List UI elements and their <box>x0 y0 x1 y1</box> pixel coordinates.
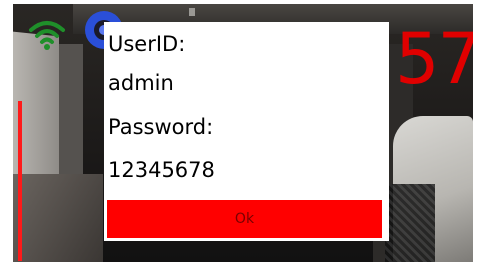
ok-button[interactable]: Ok <box>107 200 382 238</box>
counter-display: 57 <box>395 18 473 100</box>
top-marker <box>189 8 195 16</box>
level-indicator <box>18 101 22 261</box>
background-scene <box>385 184 435 262</box>
login-dialog: UserID: admin Password: 12345678 Ok <box>104 22 389 241</box>
wifi-icon <box>29 21 65 50</box>
password-field[interactable]: 12345678 <box>108 160 215 181</box>
password-label: Password: <box>108 115 214 139</box>
app-screen: 57 UserID: admin Password: 12345678 Ok <box>0 0 477 269</box>
userid-label: UserID: <box>108 32 186 56</box>
background-scene <box>13 174 103 262</box>
userid-field[interactable]: admin <box>108 73 174 94</box>
